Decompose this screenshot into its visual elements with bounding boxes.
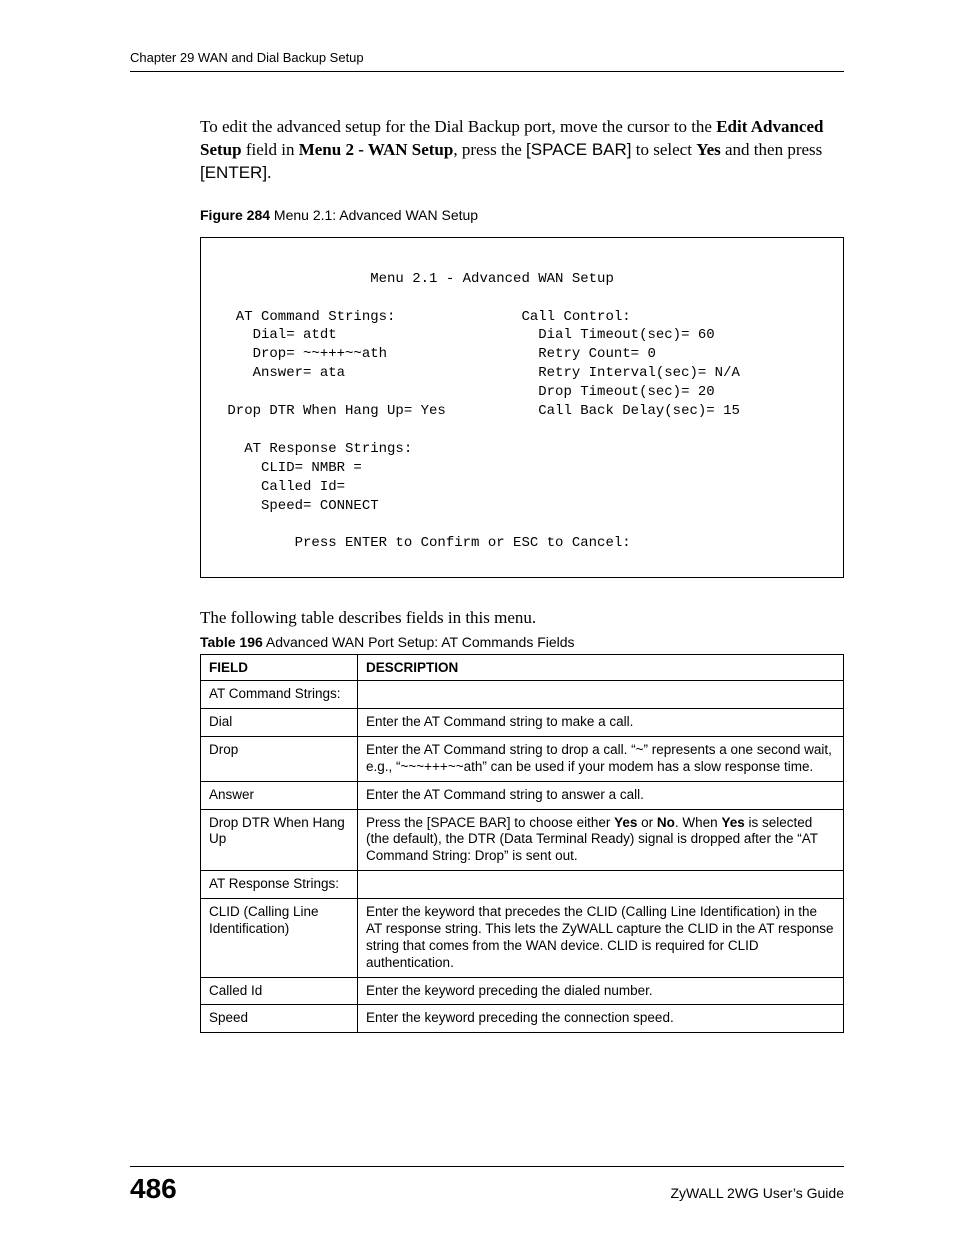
th-description: DESCRIPTION bbox=[358, 655, 844, 681]
table-row: Answer Enter the AT Command string to an… bbox=[201, 781, 844, 809]
table-row: Called Id Enter the keyword preceding th… bbox=[201, 977, 844, 1005]
table-caption: Table 196 Advanced WAN Port Setup: AT Co… bbox=[200, 634, 844, 650]
cell-desc: Enter the keyword that precedes the CLID… bbox=[358, 899, 844, 978]
intro-text: To edit the advanced setup for the Dial … bbox=[200, 117, 716, 136]
figure-caption: Figure 284 Menu 2.1: Advanced WAN Setup bbox=[200, 207, 844, 223]
cell-desc: Enter the AT Command string to make a ca… bbox=[358, 709, 844, 737]
intro-text: to select bbox=[632, 140, 697, 159]
table-row: AT Response Strings: bbox=[201, 871, 844, 899]
table-caption-text: Advanced WAN Port Setup: AT Commands Fie… bbox=[263, 634, 575, 650]
figure-label: Figure 284 bbox=[200, 207, 270, 223]
cell-field: Called Id bbox=[201, 977, 358, 1005]
cell-field: Drop DTR When Hang Up bbox=[201, 809, 358, 871]
cell-field: AT Command Strings: bbox=[201, 681, 358, 709]
cell-desc: Enter the keyword preceding the dialed n… bbox=[358, 977, 844, 1005]
page-number: 486 bbox=[130, 1173, 177, 1205]
table-row: Speed Enter the keyword preceding the co… bbox=[201, 1005, 844, 1033]
figure-caption-text: Menu 2.1: Advanced WAN Setup bbox=[270, 207, 478, 223]
intro-text: and then press bbox=[721, 140, 823, 159]
cell-desc: Press the [SPACE BAR] to choose either Y… bbox=[358, 809, 844, 871]
table-header-row: FIELD DESCRIPTION bbox=[201, 655, 844, 681]
cell-field: AT Response Strings: bbox=[201, 871, 358, 899]
intro-key-enter: [ENTER] bbox=[200, 163, 267, 182]
cell-field: Speed bbox=[201, 1005, 358, 1033]
cell-desc bbox=[358, 871, 844, 899]
cell-field: Dial bbox=[201, 709, 358, 737]
running-header: Chapter 29 WAN and Dial Backup Setup bbox=[130, 50, 844, 72]
desc-text: Press the [SPACE BAR] to choose either bbox=[366, 815, 614, 830]
table-row: Dial Enter the AT Command string to make… bbox=[201, 709, 844, 737]
cell-desc: Enter the keyword preceding the connecti… bbox=[358, 1005, 844, 1033]
intro-text: field in bbox=[242, 140, 299, 159]
intro-paragraph: To edit the advanced setup for the Dial … bbox=[200, 116, 844, 185]
table-row: Drop DTR When Hang Up Press the [SPACE B… bbox=[201, 809, 844, 871]
page-footer: 486 ZyWALL 2WG User’s Guide bbox=[130, 1166, 844, 1205]
document-page: Chapter 29 WAN and Dial Backup Setup To … bbox=[0, 0, 954, 1235]
cell-field: Answer bbox=[201, 781, 358, 809]
guide-title: ZyWALL 2WG User’s Guide bbox=[671, 1185, 845, 1201]
intro-text: . bbox=[267, 163, 271, 182]
fields-table: FIELD DESCRIPTION AT Command Strings: Di… bbox=[200, 654, 844, 1033]
th-field: FIELD bbox=[201, 655, 358, 681]
table-row: AT Command Strings: bbox=[201, 681, 844, 709]
cell-desc: Enter the AT Command string to drop a ca… bbox=[358, 736, 844, 781]
table-row: Drop Enter the AT Command string to drop… bbox=[201, 736, 844, 781]
intro-bold-menu2: Menu 2 - WAN Setup bbox=[299, 140, 454, 159]
intro-key-spacebar: [SPACE BAR] bbox=[526, 140, 632, 159]
intro-bold-yes: Yes bbox=[696, 140, 721, 159]
cell-field: Drop bbox=[201, 736, 358, 781]
intro-text: , press the bbox=[453, 140, 526, 159]
desc-bold-no: No bbox=[657, 815, 675, 830]
cell-desc bbox=[358, 681, 844, 709]
desc-text: or bbox=[637, 815, 657, 830]
cell-desc: Enter the AT Command string to answer a … bbox=[358, 781, 844, 809]
cell-field: CLID (Calling Line Identification) bbox=[201, 899, 358, 978]
table-label: Table 196 bbox=[200, 634, 263, 650]
page-content: To edit the advanced setup for the Dial … bbox=[200, 116, 844, 1033]
desc-text: . When bbox=[675, 815, 722, 830]
desc-bold-yes2: Yes bbox=[721, 815, 744, 830]
table-intro-text: The following table describes fields in … bbox=[200, 608, 844, 628]
table-row: CLID (Calling Line Identification) Enter… bbox=[201, 899, 844, 978]
menu-terminal-box: Menu 2.1 - Advanced WAN Setup AT Command… bbox=[200, 237, 844, 578]
desc-bold-yes: Yes bbox=[614, 815, 637, 830]
